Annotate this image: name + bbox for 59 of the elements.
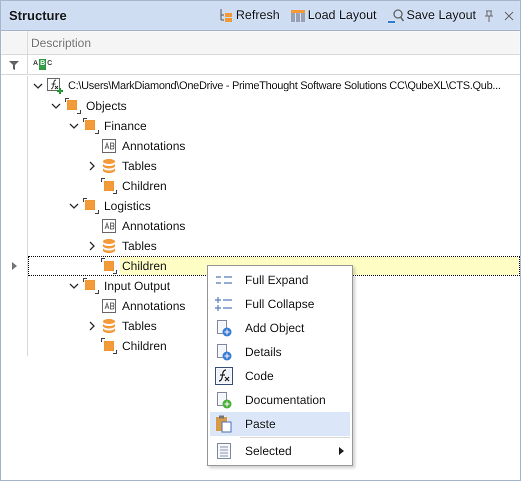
- pin-icon[interactable]: [484, 10, 494, 22]
- tree-node-label[interactable]: Annotations: [120, 137, 188, 155]
- filter-icon[interactable]: [9, 60, 19, 70]
- toolbar-button[interactable]: Refresh: [216, 6, 282, 25]
- tree-node-label[interactable]: Annotations: [120, 217, 188, 235]
- tree-node-label[interactable]: Tables: [120, 157, 159, 175]
- row-indicator-icon: [12, 262, 16, 270]
- tree-node-label[interactable]: Children: [120, 337, 169, 355]
- annotation-icon: [101, 298, 117, 314]
- column-header[interactable]: Description: [28, 31, 520, 54]
- database-icon: [101, 158, 117, 174]
- menu-item[interactable]: Selected: [210, 439, 350, 463]
- expand-chevron-icon[interactable]: [87, 241, 97, 251]
- close-icon[interactable]: [504, 10, 514, 20]
- menu-item[interactable]: Full Expand: [210, 268, 350, 292]
- collapse-chevron-icon[interactable]: [69, 201, 79, 211]
- tree-node-label[interactable]: C:\Users\MarkDiamond\OneDrive - PrimeThought Software Solutions CC\QubeXL\CTS.Qub...: [66, 78, 503, 94]
- tree-refresh-icon: [218, 8, 234, 24]
- menu-item[interactable]: Full Collapse: [210, 292, 350, 316]
- add-page-icon: [215, 343, 233, 361]
- menu-item[interactable]: Code: [210, 364, 350, 388]
- database-icon: [101, 238, 117, 254]
- add-page-icon: [215, 319, 233, 337]
- function-icon: [47, 78, 63, 94]
- annotation-icon: [101, 218, 117, 234]
- list-icon: [215, 442, 233, 460]
- expand-chevron-icon[interactable]: [87, 321, 97, 331]
- menu-item[interactable]: Documentation: [210, 388, 350, 412]
- toolbar-button[interactable]: Load Layout: [288, 6, 378, 25]
- children-icon: [101, 178, 117, 194]
- tree-node-label[interactable]: Annotations: [120, 297, 188, 315]
- folder-icon: [83, 278, 99, 294]
- tree-node-label[interactable]: Logistics: [102, 197, 153, 215]
- tree-node-label[interactable]: Finance: [102, 117, 149, 135]
- zoom-icon: [386, 8, 404, 24]
- collapse-all-icon: [215, 295, 233, 313]
- menu-item[interactable]: Add Object: [210, 316, 350, 340]
- children-icon: [101, 258, 117, 274]
- expand-chevron-icon[interactable]: [87, 161, 97, 171]
- add-document-icon: [215, 391, 233, 409]
- panel-title: Structure: [9, 6, 68, 25]
- folder-icon: [83, 198, 99, 214]
- clipboard-icon: [215, 415, 233, 433]
- columns-icon: [290, 8, 306, 24]
- tree-node-label[interactable]: Objects: [84, 97, 129, 115]
- annotation-icon: [101, 138, 117, 154]
- collapse-chevron-icon[interactable]: [69, 281, 79, 291]
- folder-icon: [65, 98, 81, 114]
- tree-node-label[interactable]: Input Output: [102, 277, 172, 295]
- function-icon: [215, 367, 233, 385]
- database-icon: [101, 318, 117, 334]
- menu-item[interactable]: Details: [210, 340, 350, 364]
- menu-item[interactable]: Paste: [210, 412, 350, 436]
- toolbar-button[interactable]: Save Layout: [384, 6, 478, 25]
- tree-node-label[interactable]: Children: [120, 177, 169, 195]
- folder-icon: [83, 118, 99, 134]
- tree-node-label[interactable]: Tables: [120, 237, 159, 255]
- tree-node-label[interactable]: Tables: [120, 317, 159, 335]
- children-icon: [101, 338, 117, 354]
